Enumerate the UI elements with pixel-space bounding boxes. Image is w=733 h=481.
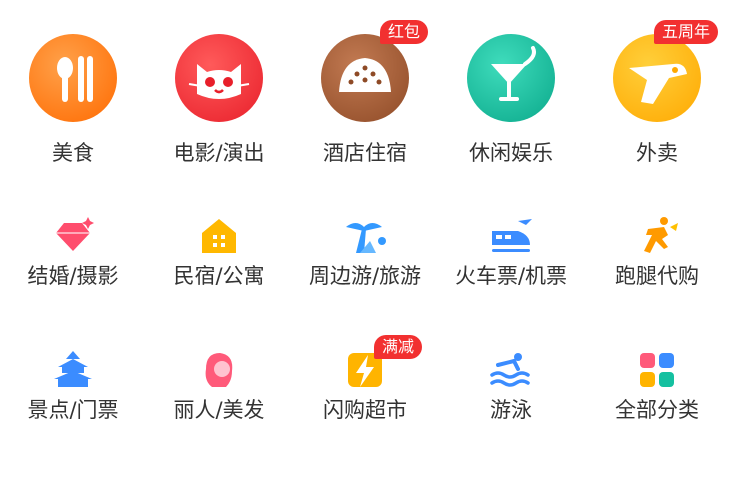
temple-icon — [50, 347, 96, 393]
category-tickets[interactable]: 火车票/机票 — [438, 213, 584, 303]
promo-badge: 红包 — [380, 20, 429, 44]
category-label: 跑腿代购 — [615, 264, 699, 288]
category-label: 休闲娱乐 — [469, 141, 553, 165]
category-scenic[interactable]: 景点/门票 — [0, 347, 146, 437]
category-label: 酒店住宿 — [323, 141, 407, 165]
category-flash-market[interactable]: 满减 闪购超市 — [292, 335, 438, 437]
category-movie[interactable]: 电影/演出 — [146, 34, 292, 174]
category-label: 闪购超市 — [323, 398, 407, 422]
category-hotel[interactable]: 红包 酒店住宿 — [292, 20, 438, 174]
promo-badge: 满减 — [374, 335, 423, 359]
house-icon — [196, 213, 242, 259]
woman-hair-icon — [196, 347, 242, 393]
category-wedding[interactable]: 结婚/摄影 — [0, 213, 146, 303]
pie-bun-icon — [321, 34, 409, 122]
cocktail-icon — [467, 34, 555, 122]
category-label: 结婚/摄影 — [27, 264, 119, 288]
category-label: 火车票/机票 — [454, 264, 568, 288]
category-food[interactable]: 美食 — [0, 34, 146, 174]
palm-tree-icon — [342, 213, 388, 259]
promo-badge: 五周年 — [654, 20, 719, 44]
category-label: 游泳 — [490, 398, 532, 422]
category-beauty[interactable]: 丽人/美发 — [146, 347, 292, 437]
category-label: 景点/门票 — [27, 398, 119, 422]
fork-knife-icon — [29, 34, 117, 122]
category-label: 电影/演出 — [173, 141, 265, 165]
category-label: 外卖 — [636, 141, 678, 165]
delivery-dog-icon — [613, 34, 701, 122]
category-errands[interactable]: 跑腿代购 — [584, 213, 730, 303]
category-label: 周边游/旅游 — [308, 264, 422, 288]
category-homestay[interactable]: 民宿/公寓 — [146, 213, 292, 303]
category-travel[interactable]: 周边游/旅游 — [292, 213, 438, 303]
diamond-icon — [50, 213, 96, 259]
category-swimming[interactable]: 游泳 — [438, 347, 584, 437]
category-leisure[interactable]: 休闲娱乐 — [438, 34, 584, 174]
train-plane-icon — [488, 213, 534, 259]
category-takeout[interactable]: 五周年 外卖 — [584, 20, 730, 174]
four-squares-icon — [634, 347, 680, 393]
swimmer-icon — [488, 347, 534, 393]
category-label: 美食 — [52, 141, 94, 165]
category-label: 全部分类 — [615, 398, 699, 422]
runner-icon — [634, 213, 680, 259]
cat-face-icon — [175, 34, 263, 122]
category-all[interactable]: 全部分类 — [584, 347, 730, 437]
category-label: 民宿/公寓 — [173, 264, 265, 288]
category-label: 丽人/美发 — [173, 398, 265, 422]
